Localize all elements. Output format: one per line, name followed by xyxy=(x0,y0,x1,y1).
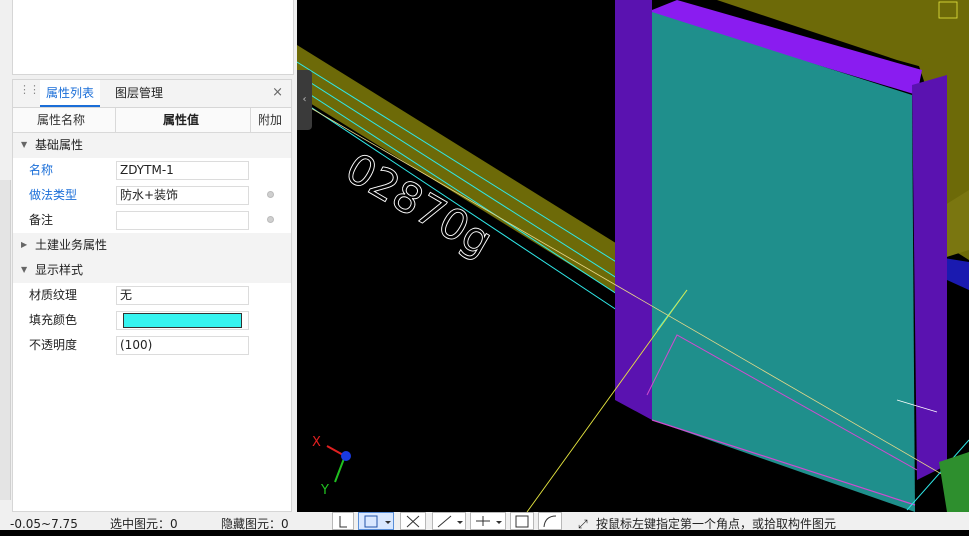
prop-row-texture: 材质纹理 无 xyxy=(13,283,291,308)
upper-panel xyxy=(12,0,294,75)
prop-row-opacity: 不透明度 (100) xyxy=(13,333,291,358)
axis-origin xyxy=(341,451,351,461)
prop-row-method: 做法类型 防水+装饰 xyxy=(13,183,291,208)
name-field[interactable]: ZDYTM-1 xyxy=(116,161,249,180)
3d-viewport[interactable]: 02870g X Y xyxy=(297,0,969,512)
caret-down-icon[interactable]: ▼ xyxy=(21,265,27,274)
prop-row-remark: 备注 xyxy=(13,208,291,233)
column-value: 属性值 xyxy=(163,113,200,127)
property-panel: ⋮⋮ 属性列表 图层管理 × 属性名称 属性值 附加 ▼ 基础属性 名称 ZDY… xyxy=(12,79,292,512)
prop-label: 填充颜色 xyxy=(29,313,78,327)
select-tool-icon[interactable] xyxy=(332,512,354,530)
model-drawing: 02870g X Y xyxy=(297,0,969,512)
fill-color-swatch[interactable] xyxy=(123,313,242,328)
column-header: 属性名称 属性值 附加 xyxy=(13,108,291,133)
wall-face xyxy=(652,12,915,512)
line-tool-icon[interactable] xyxy=(432,512,466,530)
cross-tool-icon[interactable] xyxy=(400,512,426,530)
prop-label: 名称 xyxy=(29,163,54,177)
wall-left-edge xyxy=(615,0,652,420)
tab-properties[interactable]: 属性列表 xyxy=(40,80,101,107)
opacity-field[interactable]: (100) xyxy=(116,336,249,355)
arc-tool-icon[interactable] xyxy=(538,512,562,530)
status-hint: 按鼠标左键指定第一个角点，或拾取构件图元 xyxy=(596,517,837,531)
selected-count: 选中图元：0 xyxy=(110,517,178,531)
elevation-readout: -0.05~7.75 xyxy=(10,517,78,531)
caret-down-icon[interactable]: ▼ xyxy=(21,140,27,149)
group-label: 显示样式 xyxy=(35,263,84,277)
left-panel-area: ⋮⋮ 属性列表 图层管理 × 属性名称 属性值 附加 ▼ 基础属性 名称 ZDY… xyxy=(0,0,297,512)
drag-grip-icon[interactable]: ⋮⋮ xyxy=(19,84,40,100)
resize-icon: ⤢ xyxy=(578,517,588,531)
axis-y-label: Y xyxy=(320,483,329,498)
texture-field[interactable]: 无 xyxy=(116,286,249,305)
column-add: 附加 xyxy=(258,113,283,127)
attach-checkbox[interactable] xyxy=(267,216,274,223)
status-bar: -0.05~7.75 选中图元：0 隐藏图元：0 ⤢ 按鼠标左键指定第一个角点，… xyxy=(0,512,969,531)
hidden-count: 隐藏图元：0 xyxy=(221,517,289,531)
group-civil[interactable]: ▶ 土建业务属性 xyxy=(13,233,291,258)
column-name: 属性名称 xyxy=(37,113,86,127)
caret-right-icon[interactable]: ▶ xyxy=(21,240,27,249)
prop-label: 不透明度 xyxy=(29,338,78,352)
wall-right-edge xyxy=(912,75,947,480)
axis-x-label: X xyxy=(312,435,321,450)
method-field[interactable]: 防水+装饰 xyxy=(116,186,249,205)
close-icon[interactable]: × xyxy=(272,85,283,100)
panel-tabbar: ⋮⋮ 属性列表 图层管理 × xyxy=(13,80,291,108)
save-view-icon[interactable] xyxy=(510,512,534,530)
collapse-panel-button[interactable]: ‹ xyxy=(297,70,312,130)
group-basic[interactable]: ▼ 基础属性 xyxy=(13,133,291,158)
offset-tool-icon[interactable] xyxy=(470,512,506,530)
rect-select-tool-icon[interactable] xyxy=(358,512,394,530)
prop-label: 材质纹理 xyxy=(29,288,78,302)
prop-row-name: 名称 ZDYTM-1 xyxy=(13,158,291,183)
group-display[interactable]: ▼ 显示样式 xyxy=(13,258,291,283)
tab-layers[interactable]: 图层管理 xyxy=(109,80,169,107)
group-label: 土建业务属性 xyxy=(35,238,108,252)
group-label: 基础属性 xyxy=(35,138,84,152)
prop-label: 备注 xyxy=(29,213,54,227)
left-rail xyxy=(0,180,11,500)
prop-label: 做法类型 xyxy=(29,188,78,202)
attach-checkbox[interactable] xyxy=(267,191,274,198)
remark-field[interactable] xyxy=(116,211,249,230)
